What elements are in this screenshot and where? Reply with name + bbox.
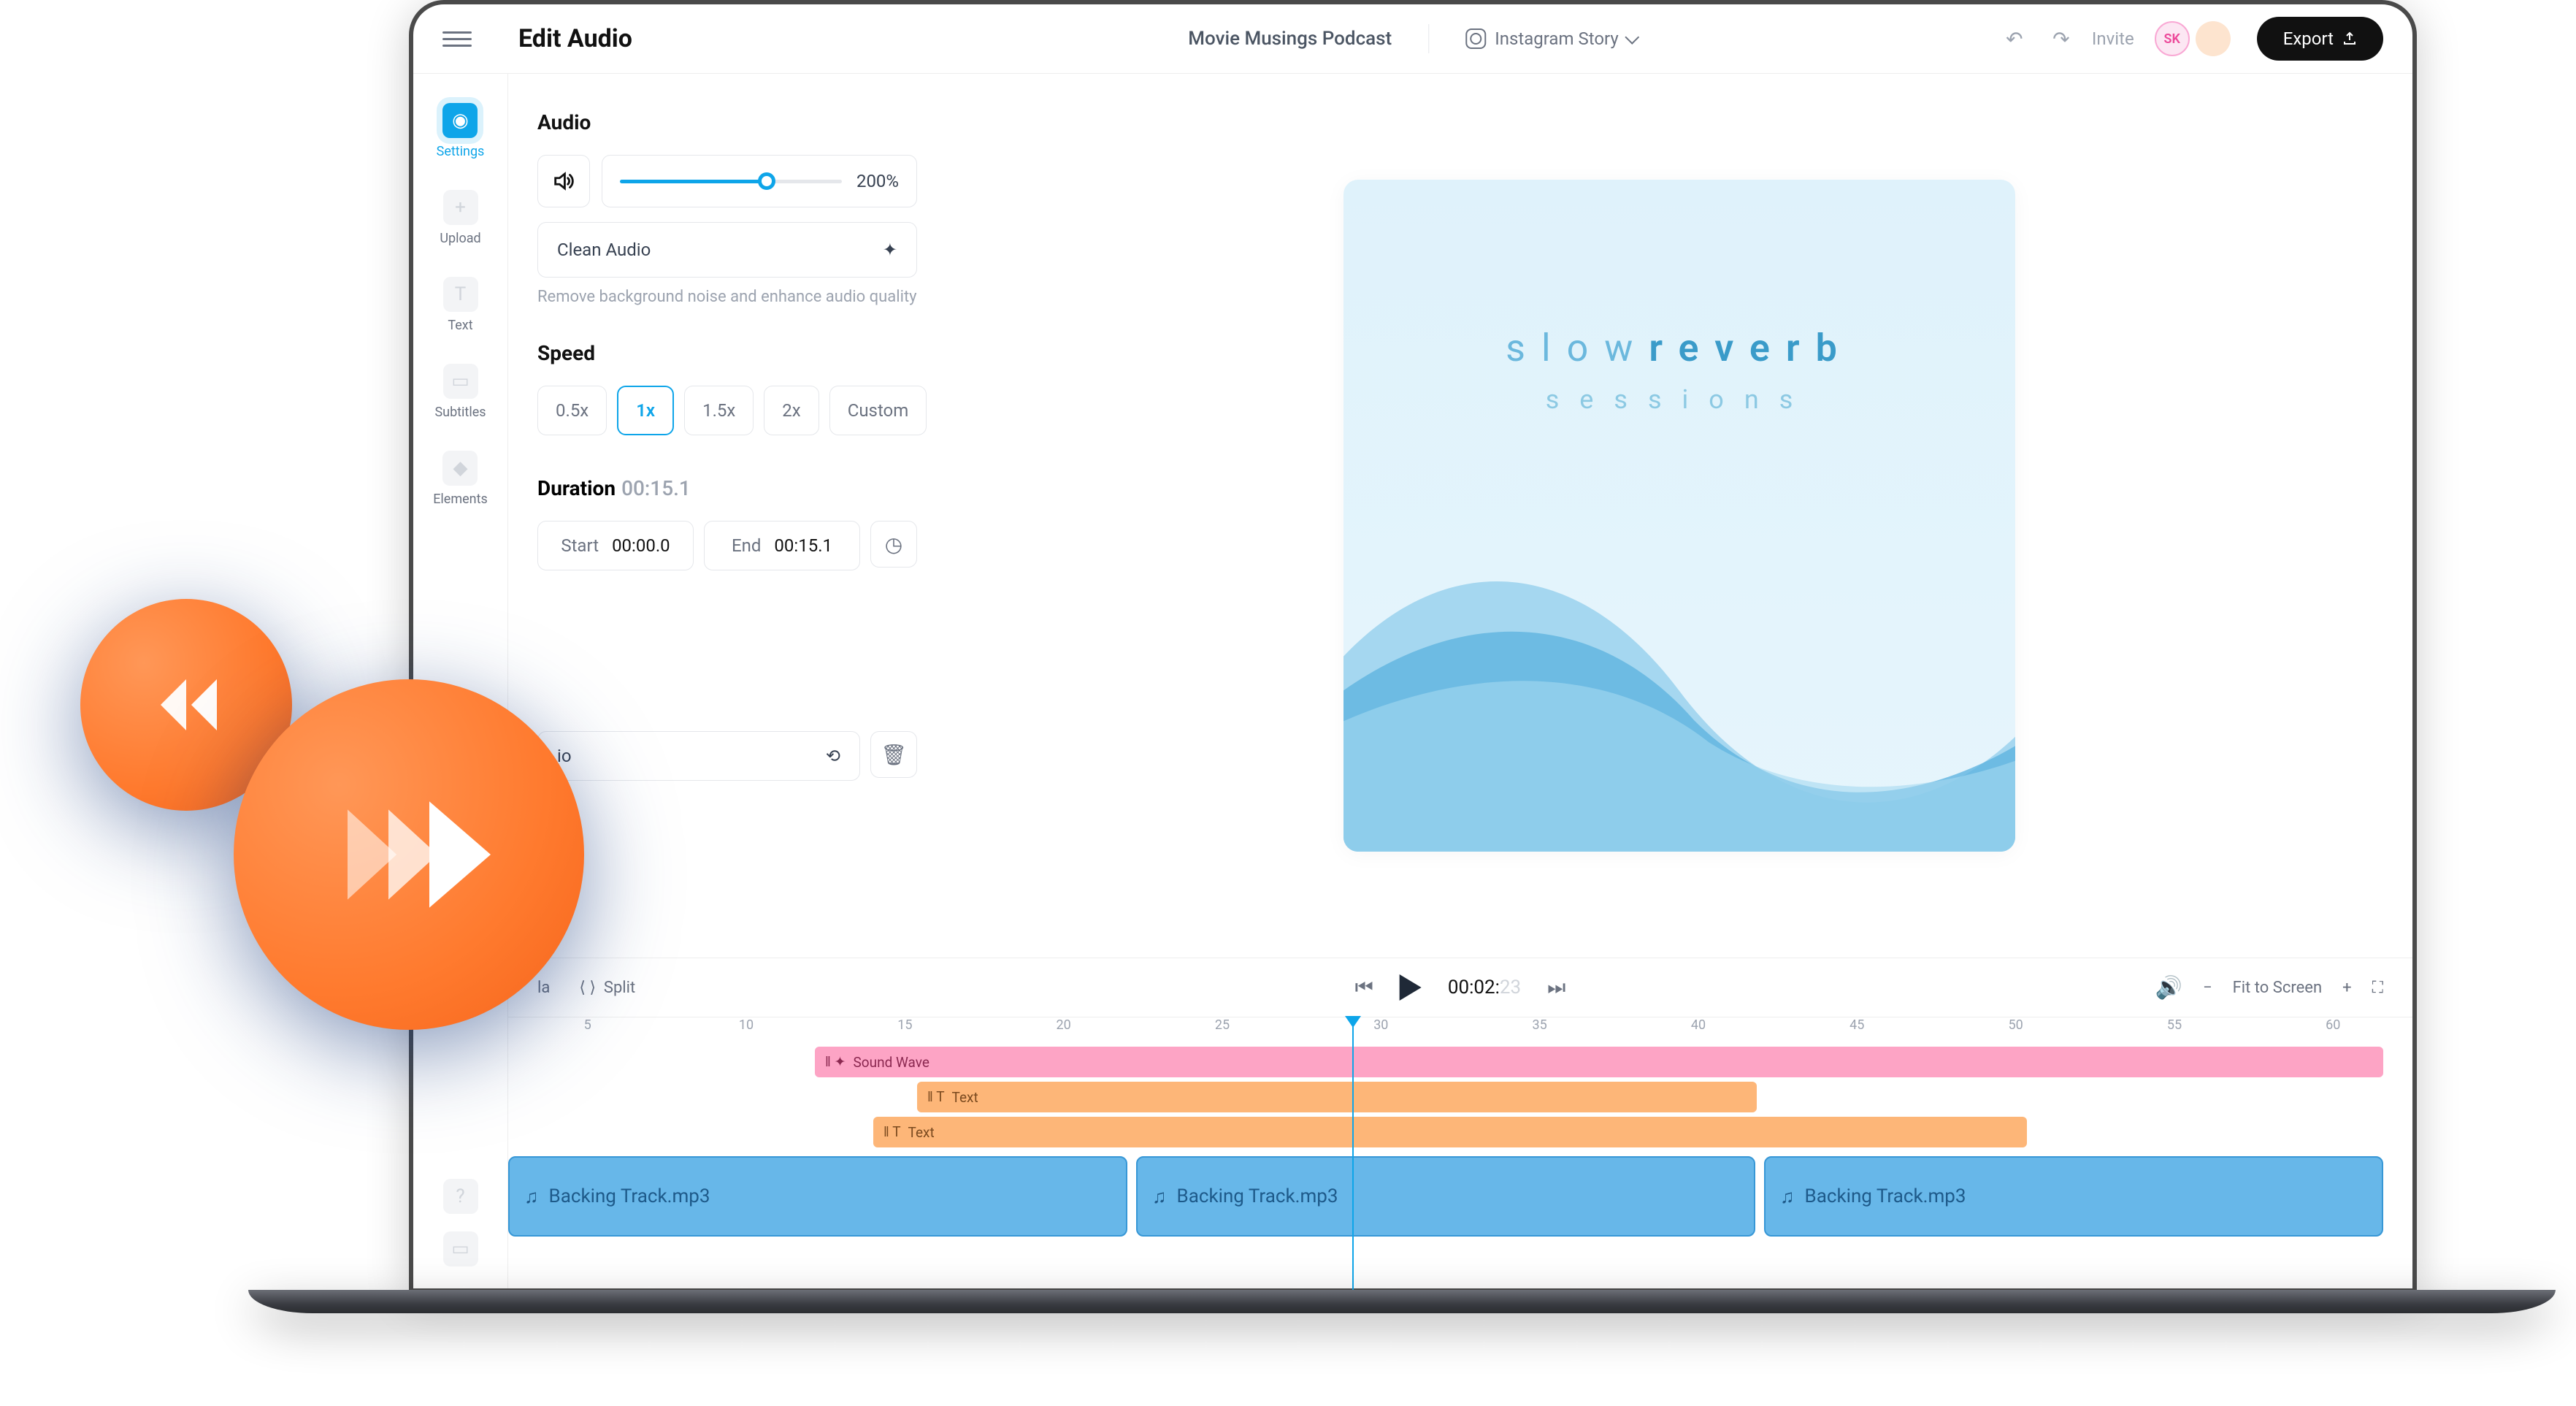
wave-graphic xyxy=(1343,472,2015,852)
export-icon xyxy=(2342,31,2357,46)
split-button[interactable]: ⟨ ⟩ Split xyxy=(579,979,635,997)
format-selector[interactable]: Instagram Story xyxy=(1465,28,1638,49)
sparkle-icon: ✦ xyxy=(883,240,897,260)
duration-heading: Duration00:15.1 xyxy=(537,476,917,500)
volume-slider[interactable]: 200% xyxy=(602,155,917,207)
redo-button[interactable]: ↷ xyxy=(2045,23,2077,55)
timeline-ruler[interactable]: 510 1520 2530 3540 4550 5560 xyxy=(508,1017,2412,1047)
speed-1x[interactable]: 1x xyxy=(617,386,674,435)
sidebar-item-settings[interactable]: ◉ Settings xyxy=(437,103,485,159)
volume-icon[interactable] xyxy=(537,155,590,207)
format-label: Instagram Story xyxy=(1495,28,1619,49)
album-title: slowreverb xyxy=(1343,326,2015,370)
end-time-field[interactable]: End00:15.1 xyxy=(704,521,860,570)
elements-icon: ◆ xyxy=(442,451,478,486)
help-icon[interactable]: ? xyxy=(443,1179,478,1214)
instagram-icon xyxy=(1465,28,1486,49)
sidebar-item-subtitles[interactable]: ▭ Subtitles xyxy=(434,364,486,420)
invite-label[interactable]: Invite xyxy=(2092,28,2134,49)
refresh-icon: ⟲ xyxy=(826,746,840,766)
track-soundwave[interactable]: ‖ ✦ Sound Wave xyxy=(815,1047,2383,1077)
sidebar-item-text[interactable]: T Text xyxy=(443,277,478,333)
speed-1.5x[interactable]: 1.5x xyxy=(684,386,754,435)
export-button[interactable]: Export xyxy=(2257,17,2383,61)
time-display: 00:02:23 xyxy=(1448,977,1521,998)
zoom-in[interactable]: + xyxy=(2342,979,2351,997)
clean-audio-helper: Remove background noise and enhance audi… xyxy=(537,288,917,306)
media-label[interactable]: la xyxy=(537,979,550,997)
album-art: slowreverb sessions xyxy=(1343,180,2015,852)
avatar-2[interactable] xyxy=(2196,21,2231,56)
hamburger-icon[interactable] xyxy=(442,31,472,47)
more-icon[interactable]: ▭ xyxy=(443,1231,478,1266)
delete-button[interactable]: 🗑 xyxy=(870,731,917,778)
track-text-1[interactable]: ‖ T Text xyxy=(917,1082,1757,1112)
clean-audio-label: Clean Audio xyxy=(557,240,651,260)
avatar-1[interactable]: SK xyxy=(2155,21,2190,56)
speed-custom[interactable]: Custom xyxy=(829,386,927,435)
fastforward-floating-icon xyxy=(234,679,584,1030)
laptop-base xyxy=(248,1290,2556,1313)
fit-screen[interactable]: Fit to Screen xyxy=(2233,979,2322,997)
chevron-down-icon xyxy=(1625,30,1640,45)
sidebar-item-elements[interactable]: ◆ Elements xyxy=(433,451,488,507)
sidebar-label: Settings xyxy=(437,144,485,159)
plus-icon: + xyxy=(443,190,478,225)
speaker-icon[interactable]: 🔊 xyxy=(2155,975,2182,1001)
sidebar-label: Subtitles xyxy=(434,405,486,420)
sidebar-item-upload[interactable]: + Upload xyxy=(440,190,480,246)
page-title: Edit Audio xyxy=(518,24,632,53)
timer-icon[interactable]: ◷ xyxy=(870,521,917,568)
divider xyxy=(1428,24,1429,53)
start-time-field[interactable]: Start00:00.0 xyxy=(537,521,694,570)
speed-2x[interactable]: 2x xyxy=(764,386,819,435)
audio-track-2[interactable]: ♫ Backing Track.mp3 xyxy=(1136,1156,1755,1237)
canvas-preview[interactable]: slowreverb sessions xyxy=(946,74,2412,958)
audio-track-3[interactable]: ♫ Backing Track.mp3 xyxy=(1764,1156,2383,1237)
fullscreen-icon[interactable]: ⛶ xyxy=(2372,979,2383,997)
export-label: Export xyxy=(2283,28,2334,49)
sidebar-label: Upload xyxy=(440,231,480,246)
text-icon: T xyxy=(443,277,478,312)
audio-track-1[interactable]: ♫ Backing Track.mp3 xyxy=(508,1156,1127,1237)
replace-audio[interactable]: io ⟲ xyxy=(537,731,860,781)
album-subtitle: sessions xyxy=(1343,384,2015,415)
undo-button[interactable]: ↶ xyxy=(1998,23,2031,55)
project-name[interactable]: Movie Musings Podcast xyxy=(1188,28,1392,50)
speed-0.5x[interactable]: 0.5x xyxy=(537,386,607,435)
subtitles-icon: ▭ xyxy=(443,364,478,399)
track-text-2[interactable]: ‖ T Text xyxy=(873,1117,2027,1147)
next-button[interactable]: ⏭ xyxy=(1547,975,1565,1000)
playhead[interactable] xyxy=(1352,1017,1354,1295)
zoom-out[interactable]: − xyxy=(2203,979,2212,997)
play-button[interactable] xyxy=(1400,974,1422,1001)
sidebar-label: Text xyxy=(448,318,472,333)
audio-heading: Audio xyxy=(537,110,917,134)
target-icon: ◉ xyxy=(442,103,478,138)
clean-audio-button[interactable]: Clean Audio ✦ xyxy=(537,222,917,278)
volume-value: 200% xyxy=(856,171,899,191)
speed-heading: Speed xyxy=(537,341,917,365)
sidebar-label: Elements xyxy=(433,492,488,507)
prev-button[interactable]: ⏮ xyxy=(1355,975,1373,1000)
